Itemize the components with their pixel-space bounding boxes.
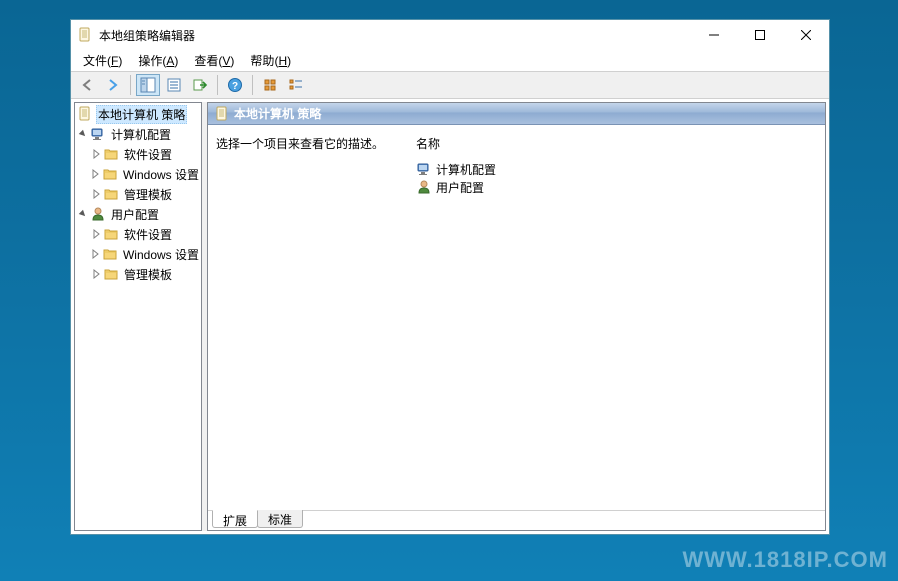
collapse-icon[interactable] <box>77 128 89 140</box>
expand-icon[interactable] <box>90 148 102 160</box>
back-button[interactable] <box>75 74 99 96</box>
folder-icon <box>102 166 118 182</box>
toolbar-separator <box>217 75 218 95</box>
app-icon <box>77 27 93 43</box>
toolbar <box>71 71 829 99</box>
toggle-tree-button[interactable] <box>136 74 160 96</box>
toolbar-separator <box>252 75 253 95</box>
toolbar-separator <box>130 75 131 95</box>
properties-button[interactable] <box>162 74 186 96</box>
tree-label: 计算机配置 <box>109 126 173 143</box>
view-large-button[interactable] <box>258 74 282 96</box>
tab-extended[interactable]: 扩展 <box>212 510 258 528</box>
computer-icon <box>90 126 106 142</box>
menu-action[interactable]: 操作(A) <box>130 50 186 71</box>
expand-icon[interactable] <box>90 268 102 280</box>
expand-icon[interactable] <box>89 168 101 180</box>
tree-user-config[interactable]: 用户配置 <box>75 204 201 224</box>
content-tabs: 扩展 标准 <box>208 510 825 530</box>
folder-icon <box>102 246 118 262</box>
user-icon <box>90 206 106 222</box>
menu-file[interactable]: 文件(F) <box>75 50 130 71</box>
user-icon <box>416 179 432 195</box>
description-prompt: 选择一个项目来查看它的描述。 <box>216 135 406 152</box>
document-icon <box>77 106 93 122</box>
tree-label: 本地计算机 策略 <box>96 105 187 124</box>
folder-icon <box>103 226 119 242</box>
list-item-user[interactable]: 用户配置 <box>416 178 817 196</box>
maximize-button[interactable] <box>737 20 783 50</box>
menu-help[interactable]: 帮助(H) <box>242 50 299 71</box>
content-pane: 本地计算机 策略 选择一个项目来查看它的描述。 名称 计算机配置 用户配置 <box>207 102 826 531</box>
list-item-label: 用户配置 <box>436 179 484 196</box>
tree-root[interactable]: 本地计算机 策略 <box>75 104 201 124</box>
folder-icon <box>103 266 119 282</box>
close-button[interactable] <box>783 20 829 50</box>
tree-user-windows[interactable]: Windows 设置 <box>75 244 201 264</box>
content-title: 本地计算机 策略 <box>230 105 321 122</box>
menubar: 文件(F) 操作(A) 查看(V) 帮助(H) <box>71 50 829 71</box>
tree-pane: 本地计算机 策略 计算机配置 软件设置 Windows 设置 <box>74 102 202 531</box>
expand-icon[interactable] <box>89 248 101 260</box>
tree-label: Windows 设置 <box>121 246 201 263</box>
content-body: 选择一个项目来查看它的描述。 名称 计算机配置 用户配置 <box>208 125 825 510</box>
body: 本地计算机 策略 计算机配置 软件设置 Windows 设置 <box>74 102 826 531</box>
folder-icon <box>103 186 119 202</box>
menu-view[interactable]: 查看(V) <box>186 50 242 71</box>
column-header-name[interactable]: 名称 <box>416 135 817 152</box>
tree-user-software[interactable]: 软件设置 <box>75 224 201 244</box>
tree-label: 管理模板 <box>122 186 174 203</box>
tab-standard[interactable]: 标准 <box>257 510 303 528</box>
content-header: 本地计算机 策略 <box>208 103 825 125</box>
tree-computer-templates[interactable]: 管理模板 <box>75 184 201 204</box>
computer-icon <box>416 161 432 177</box>
tree-label: 软件设置 <box>122 146 174 163</box>
tree-label: 管理模板 <box>122 266 174 283</box>
view-details-button[interactable] <box>284 74 308 96</box>
app-window: 本地组策略编辑器 文件(F) 操作(A) 查看(V) 帮助(H) <box>70 19 830 535</box>
minimize-button[interactable] <box>691 20 737 50</box>
tree-user-templates[interactable]: 管理模板 <box>75 264 201 284</box>
tree-label: 软件设置 <box>122 226 174 243</box>
tree-label: 用户配置 <box>109 206 161 223</box>
titlebar: 本地组策略编辑器 <box>71 20 829 50</box>
help-button[interactable] <box>223 74 247 96</box>
tree-label: Windows 设置 <box>121 166 201 183</box>
folder-icon <box>103 146 119 162</box>
forward-button[interactable] <box>101 74 125 96</box>
tree-computer-config[interactable]: 计算机配置 <box>75 124 201 144</box>
description-column: 选择一个项目来查看它的描述。 <box>216 135 416 500</box>
expand-icon[interactable] <box>90 228 102 240</box>
list-column: 名称 计算机配置 用户配置 <box>416 135 817 500</box>
list-item-computer[interactable]: 计算机配置 <box>416 160 817 178</box>
tree-computer-windows[interactable]: Windows 设置 <box>75 164 201 184</box>
tree-computer-software[interactable]: 软件设置 <box>75 144 201 164</box>
window-title: 本地组策略编辑器 <box>99 27 691 44</box>
document-icon <box>214 106 230 122</box>
expand-icon[interactable] <box>90 188 102 200</box>
watermark: WWW.1818IP.COM <box>682 547 888 573</box>
list-item-label: 计算机配置 <box>436 161 496 178</box>
collapse-icon[interactable] <box>77 208 89 220</box>
export-button[interactable] <box>188 74 212 96</box>
